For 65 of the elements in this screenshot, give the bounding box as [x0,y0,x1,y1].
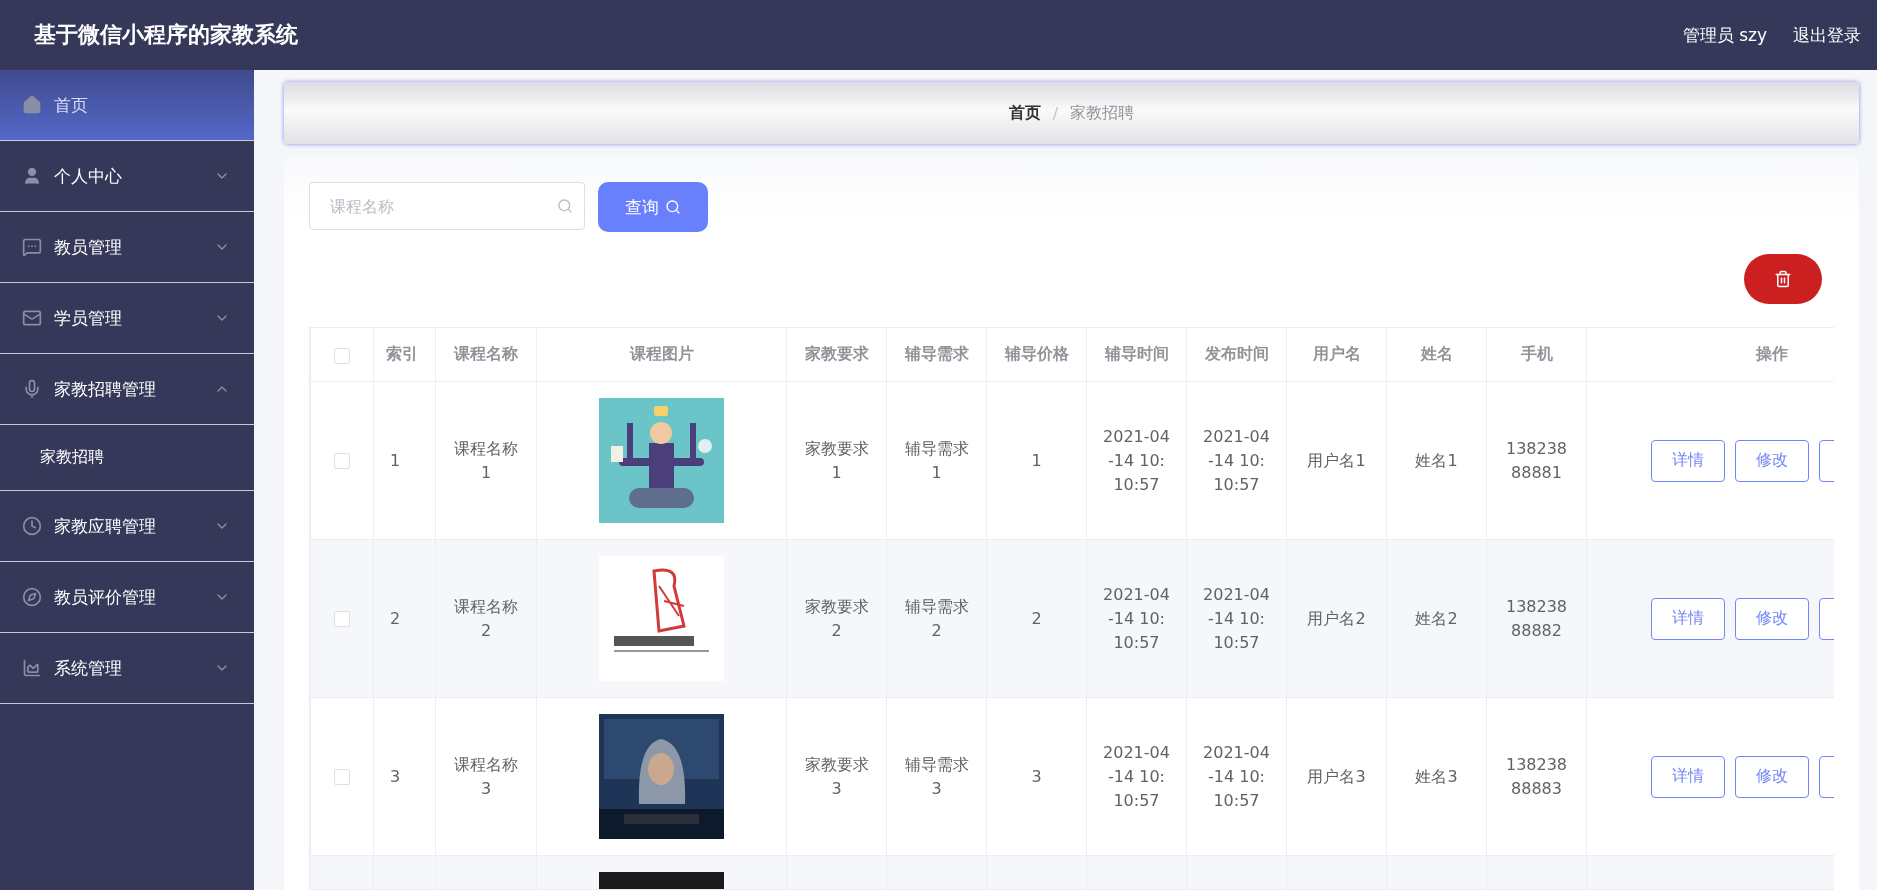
chart-icon [22,658,42,678]
column-header: 索引 [386,344,418,363]
user-icon [22,166,42,186]
table-cell: 2021-04-14 10:10:57 [1103,584,1170,652]
table-cell: 2021-04-14 10:10:57 [1203,584,1270,652]
table-cell: 2021-04-14 10:10:57 [1203,742,1270,810]
table-cell: 用户名2 [1307,608,1366,628]
table-cell: 课程名称3 [454,754,518,798]
table-cell: 姓名3 [1415,766,1458,786]
table-cell: 课程名称1 [454,438,518,482]
column-header: 家教要求 [804,344,869,363]
column-header: 用户名 [1312,344,1361,363]
table-cell: 姓名2 [1415,608,1458,628]
table-cell: 2021-04-14 10:10:57 [1203,426,1270,494]
table-cell: 2021-04-14 10:10:57 [1103,742,1170,810]
table-cell: 姓名1 [1415,450,1458,470]
table-cell: 13823888881 [1505,438,1568,482]
table-cell: 辅导需求1 [904,438,969,482]
table-cell: 2 [390,608,401,628]
column-header: 课程图片 [629,344,694,363]
column-header: 课程名称 [454,344,518,363]
delete-button[interactable] [1744,254,1822,304]
breadcrumb-separator: / [1052,103,1059,123]
table-cell: 课程名称2 [454,596,518,640]
table-cell: 1 [1031,450,1042,470]
column-header: 辅导时间 [1104,344,1169,363]
menu-item[interactable]: 首页 [0,70,254,141]
table-cell: 用户名1 [1307,450,1366,470]
column-header: 辅导价格 [1004,344,1069,363]
chat-icon [22,237,42,257]
search-field[interactable]: 课程名称 [309,182,585,230]
search-icon [665,199,681,215]
table-cell: 13823888883 [1505,754,1568,798]
table-cell: 家教要求1 [804,438,869,482]
checkbox[interactable] [334,611,350,627]
checkbox[interactable] [334,769,350,785]
table-cell: 2 [1031,608,1042,628]
user-label: 管理员 szy [1682,23,1767,47]
table-cell: 家教要求3 [804,754,869,798]
breadcrumb-item[interactable]: 首页 [1008,102,1041,124]
search-icon [557,198,573,214]
trash-icon [1774,270,1792,288]
microphone-icon [22,379,42,399]
home-icon [22,95,42,115]
table-cell: 1 [390,450,401,470]
app-title: 基于微信小程序的家教系统 [34,21,298,49]
table-cell: 3 [390,766,401,786]
table-cell: 用户名3 [1307,766,1366,786]
column-header: 辅导需求 [904,344,969,363]
table-cell: 3 [1031,766,1042,786]
compass-icon [22,587,42,607]
table-cell: 家教要求2 [804,596,869,640]
table-cell: 辅导需求2 [904,596,969,640]
column-header: 发布时间 [1204,344,1269,363]
clock-icon [22,516,42,536]
column-header: 手机 [1520,344,1553,363]
logout-link[interactable]: 退出登录 [1793,23,1861,47]
checkbox[interactable] [334,347,350,364]
column-header: 姓名 [1420,344,1453,363]
checkbox[interactable] [334,453,350,469]
column-header: 操作 [1755,344,1788,363]
table-cell: 辅导需求3 [904,754,969,798]
mail-icon [22,308,42,328]
table-cell: 13823888882 [1505,596,1568,640]
table-cell: 2021-04-14 10:10:57 [1103,426,1170,494]
